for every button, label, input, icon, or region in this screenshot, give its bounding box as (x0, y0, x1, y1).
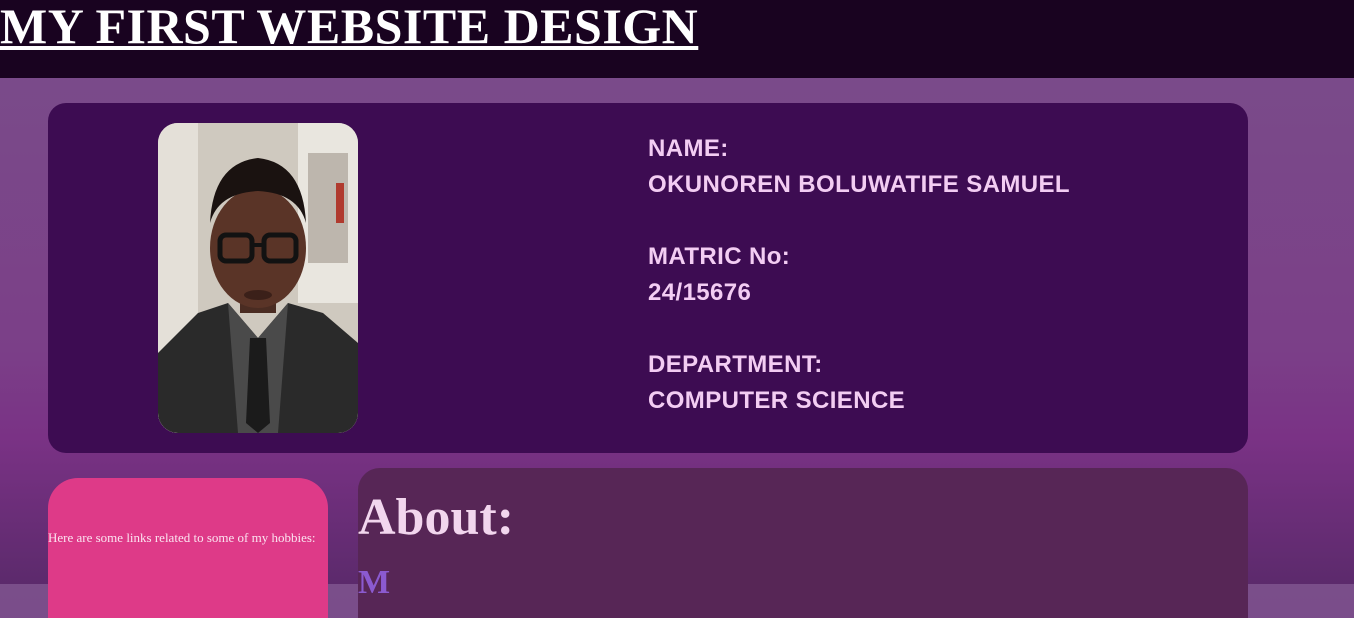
site-title: MY FIRST WEBSITE DESIGN (0, 0, 699, 54)
about-section: About: M (358, 468, 1248, 618)
name-value: OKUNOREN BOLUWATIFE SAMUEL (648, 171, 1070, 198)
portrait-photo-icon (158, 123, 358, 433)
hobby-links-intro: Here are some links related to some of m… (48, 530, 316, 545)
about-dropcap: M (358, 564, 391, 601)
hobby-links-box: Here are some links related to some of m… (48, 478, 328, 618)
name-label: NAME: (648, 135, 729, 162)
student-info: NAME: OKUNOREN BOLUWATIFE SAMUEL MATRIC … (648, 131, 1070, 419)
matric-value: 24/15676 (648, 279, 752, 306)
profile-photo (158, 123, 358, 433)
department-label: DEPARTMENT: (648, 351, 823, 378)
profile-card: NAME: OKUNOREN BOLUWATIFE SAMUEL MATRIC … (48, 103, 1248, 453)
matric-label: MATRIC No: (648, 243, 791, 270)
department-value: COMPUTER SCIENCE (648, 387, 906, 414)
about-title: About: (358, 489, 515, 546)
top-header-bar: MY FIRST WEBSITE DESIGN (0, 0, 1354, 78)
